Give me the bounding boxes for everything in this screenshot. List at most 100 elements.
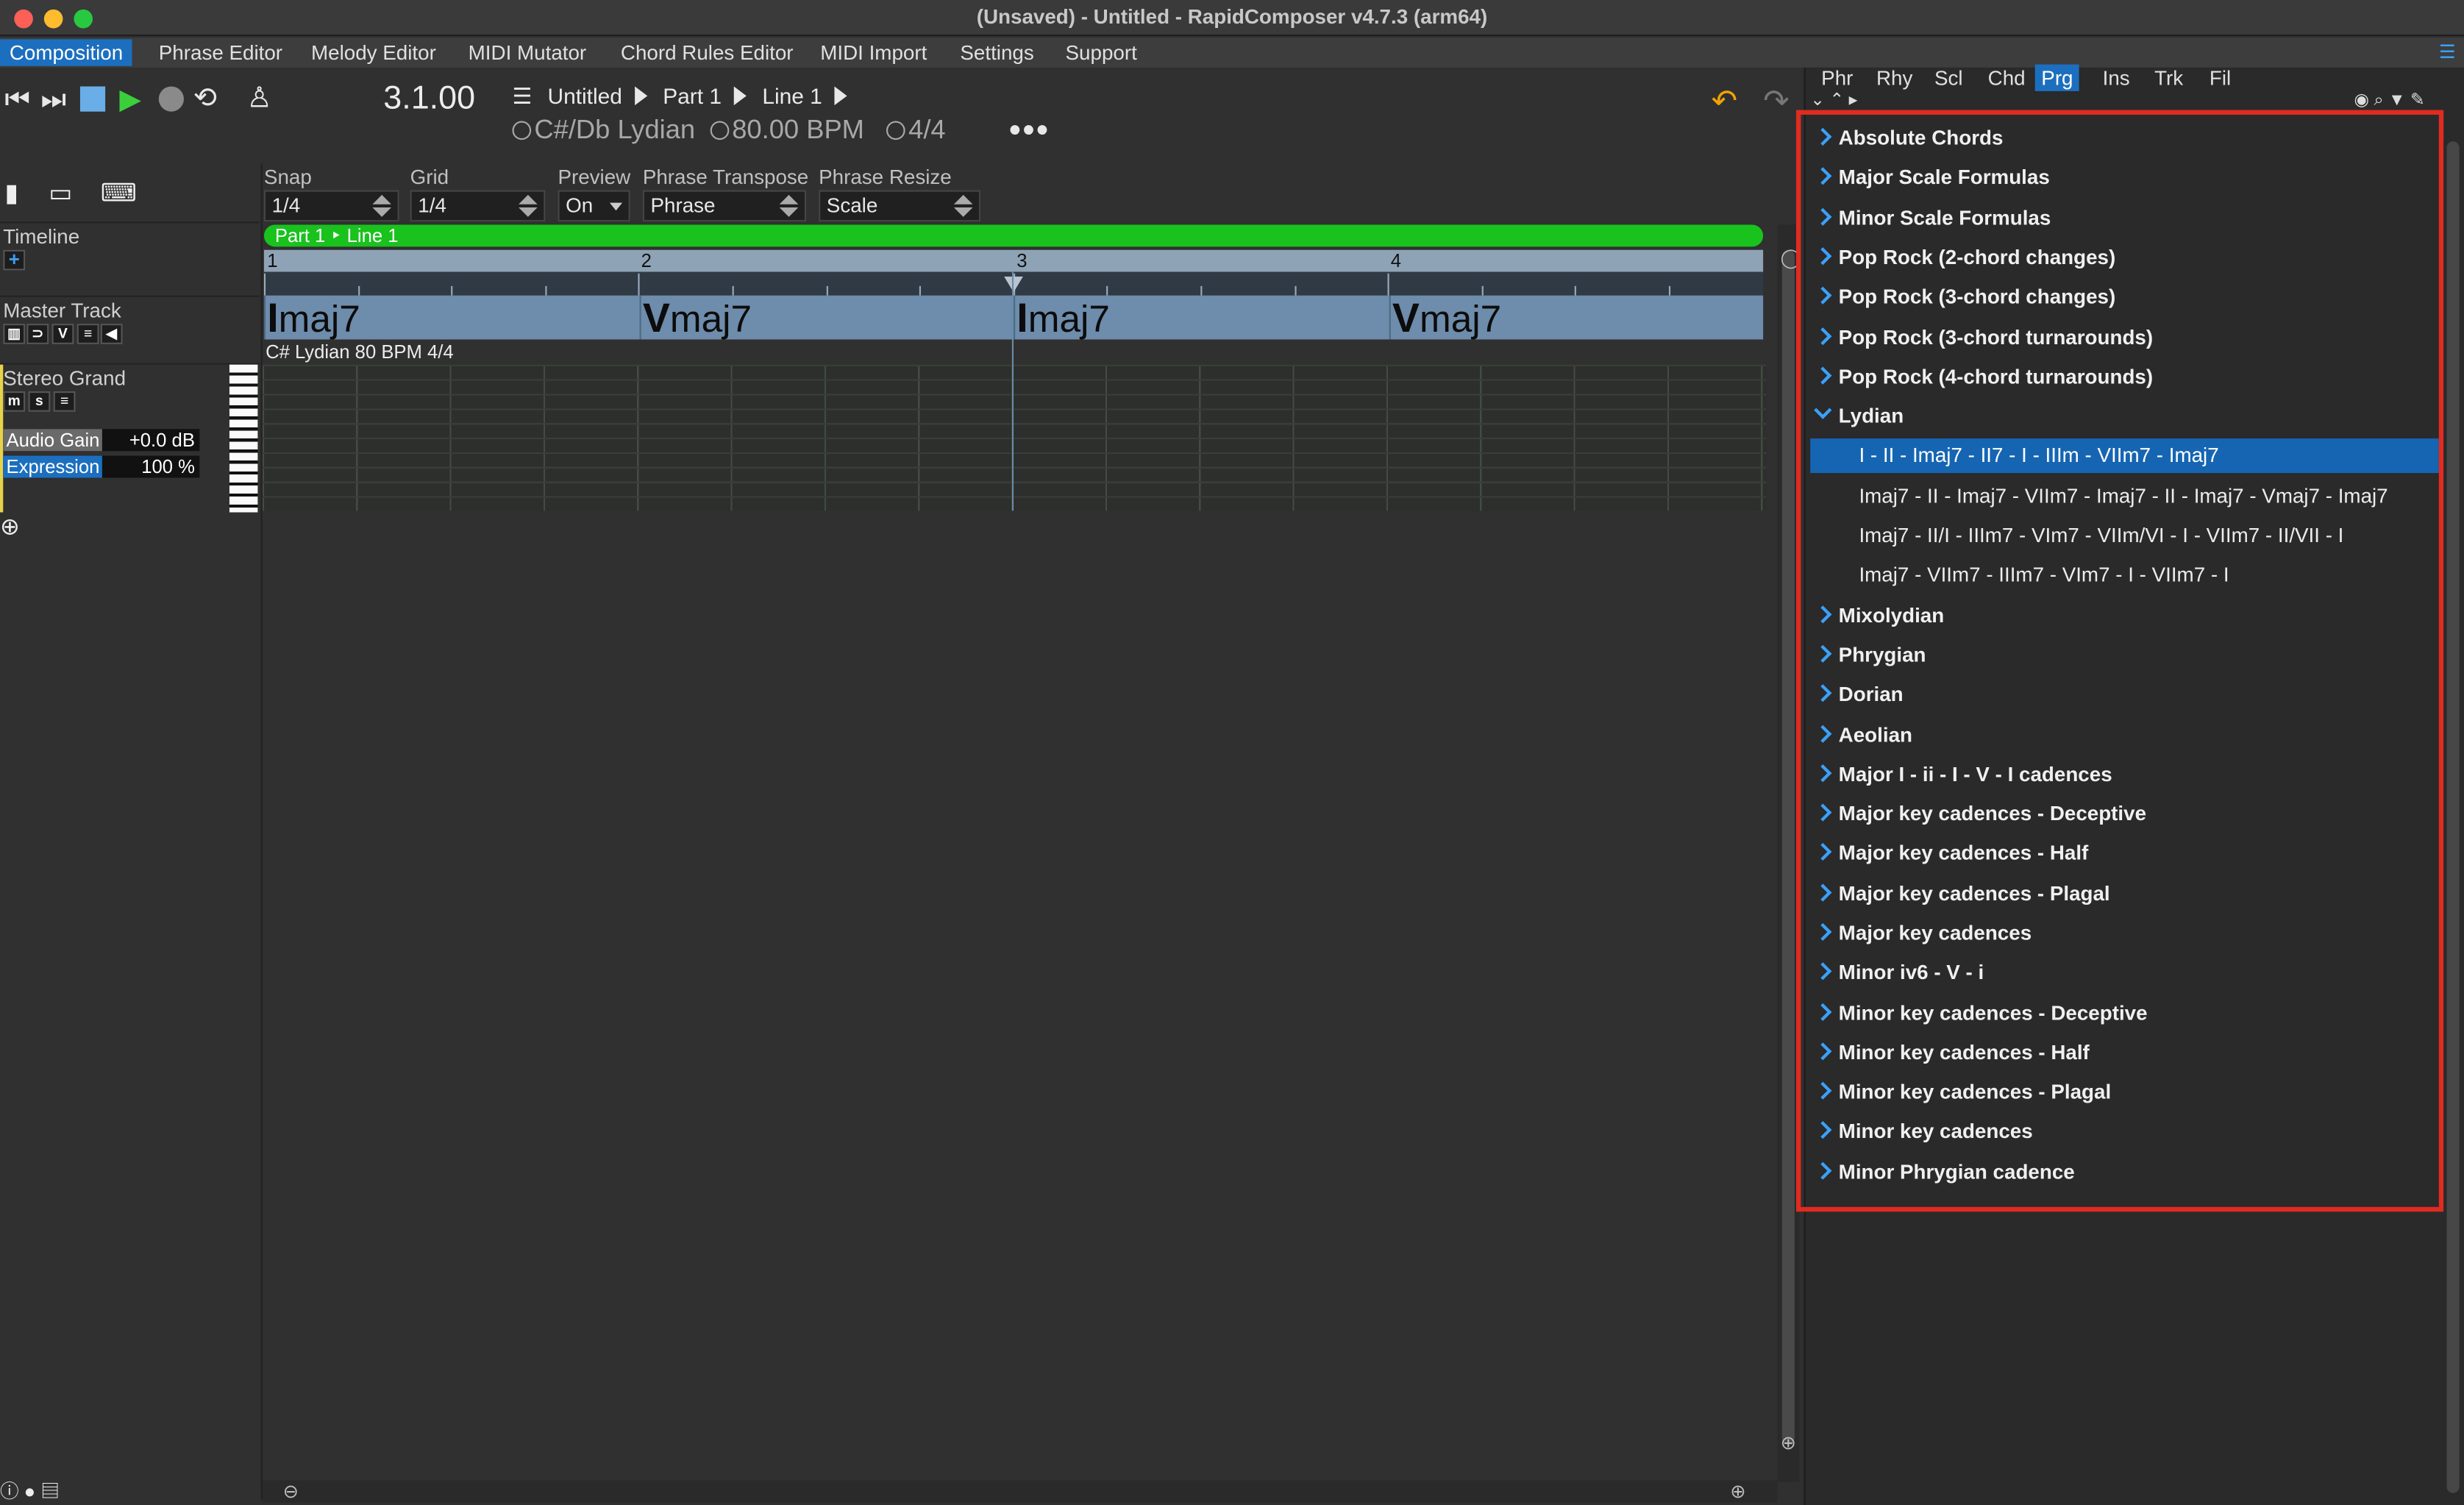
add-track-icon[interactable]: ⊕ (0, 512, 20, 541)
menu-midi-mutator[interactable]: MIDI Mutator (459, 39, 596, 65)
tab-chd[interactable]: Chd (1981, 65, 2032, 91)
menu-support[interactable]: Support (1056, 39, 1147, 65)
scroll-thumb[interactable] (1781, 249, 1795, 1445)
spinner-icon[interactable] (369, 193, 394, 218)
menu-phrase-editor[interactable]: Phrase Editor (149, 39, 292, 65)
app-settings-icon[interactable]: ☰ (2439, 41, 2461, 63)
bar-number: 3 (1016, 249, 1028, 272)
menu-melody-editor[interactable]: Melody Editor (302, 39, 445, 65)
library-scrollbar[interactable] (2443, 141, 2463, 1505)
tab-prg[interactable]: Prg (2034, 64, 2080, 91)
menu-settings[interactable]: Settings (951, 39, 1044, 65)
highlight-frame (1795, 110, 2444, 1212)
stop-icon[interactable] (79, 86, 106, 112)
loop-icon[interactable]: ⟲ (193, 82, 217, 113)
list-icon[interactable]: ≡ (76, 324, 99, 344)
menu-chord-rules-editor[interactable]: Chord Rules Editor (611, 39, 802, 65)
tab-trk[interactable]: Trk (2148, 65, 2190, 91)
tab-fil[interactable]: Fil (2203, 65, 2237, 91)
meter-indicator-icon (886, 121, 905, 140)
chord-block[interactable]: Vmaj7 (639, 293, 1014, 341)
status-icons[interactable]: ⓘ ● ▤ (0, 1477, 60, 1504)
metronome-icon[interactable]: ♙ (246, 82, 271, 113)
tab-scl[interactable]: Scl (1928, 65, 1969, 91)
beat-tick (919, 285, 921, 296)
expression-slider[interactable]: Expression 100 % (3, 455, 200, 478)
speaker-icon[interactable]: ◀ (100, 324, 123, 344)
phrase-resize-select[interactable]: Scale (819, 190, 981, 222)
key-value[interactable]: C#/Db Lydian (534, 115, 695, 145)
chord-degree: V (642, 293, 670, 341)
grid-view-icon[interactable]: ▥ (3, 324, 26, 344)
zoom-horizontal-in-icon[interactable]: ⊕ (1730, 1481, 1745, 1503)
chord-degree: I (1016, 293, 1028, 341)
breadcrumb-arrow-icon (734, 86, 747, 106)
preview-value: On (566, 193, 594, 217)
phrase-transpose-select[interactable]: Phrase (642, 190, 807, 222)
new-document-icon[interactable]: ▮ (4, 177, 18, 209)
spinner-icon[interactable] (776, 193, 801, 218)
title-bar: (Unsaved) - Untitled - RapidComposer v4.… (0, 0, 2464, 37)
tab-rhy[interactable]: Rhy (1870, 65, 1918, 91)
menu-composition[interactable]: Composition (0, 39, 133, 66)
mute-button[interactable]: m (3, 391, 26, 412)
play-icon[interactable]: ▶ (119, 83, 141, 115)
panel-tools-icon[interactable]: ◉ ⌕ ▼ ✎ (2354, 90, 2424, 112)
record-icon[interactable] (158, 86, 184, 112)
song-properties: C#/Db Lydian 80.00 BPM 4/4 (512, 115, 946, 146)
track-menu-icon[interactable]: ≡ (53, 391, 76, 412)
preview-label: Preview (558, 165, 631, 189)
redo-icon[interactable]: ↷ (1763, 82, 1790, 121)
tempo-value[interactable]: 80.00 BPM (732, 115, 864, 145)
tempo-indicator-icon (710, 121, 729, 140)
timeline-label: Timeline (3, 224, 80, 249)
breadcrumb-list-icon[interactable]: ☰ (512, 83, 532, 108)
chord-block[interactable]: Vmaj7 (1389, 295, 1763, 341)
piano-roll-grid[interactable] (262, 364, 1767, 511)
instrument-name[interactable]: Stereo Grand (3, 366, 126, 390)
zoom-in-icon[interactable]: ⊕ (1781, 1431, 1796, 1454)
breadcrumb-part[interactable]: Part 1 (663, 83, 722, 108)
grid-select[interactable]: 1/4 (410, 190, 546, 222)
snap-label: Snap (263, 165, 312, 189)
main-menu: Composition Phrase Editor Melody Editor … (0, 38, 2464, 68)
beat-tick (1574, 285, 1576, 296)
tab-ins[interactable]: Ins (2096, 65, 2136, 91)
skip-back-icon[interactable]: ⏮ (4, 83, 30, 115)
breadcrumb-song[interactable]: Untitled (547, 83, 622, 108)
preview-select[interactable]: On (558, 190, 630, 222)
layers-icon[interactable]: ▭ (49, 177, 72, 209)
cycle-icon[interactable]: ⊃ (26, 324, 49, 344)
beat-tick (545, 285, 547, 296)
phrase-transpose-value: Phrase (650, 193, 716, 217)
part-line-bar[interactable]: Part 1 ‣ Line 1 (263, 224, 1764, 247)
chord-block[interactable]: Imaj7 (263, 295, 640, 341)
breadcrumb-line[interactable]: Line 1 (762, 83, 822, 108)
expression-value: 100 % (141, 455, 195, 478)
horizontal-scrollbar[interactable] (262, 1480, 1778, 1503)
piano-keyboard[interactable] (229, 364, 258, 513)
skip-forward-icon[interactable]: ⏭ (41, 83, 67, 115)
more-options-button[interactable]: ••• (1009, 110, 1050, 152)
meter-value[interactable]: 4/4 (908, 115, 946, 145)
velocity-icon[interactable]: V (51, 324, 74, 344)
bar-ruler[interactable]: 1 2 3 4 (263, 249, 1764, 272)
beat-tick (1200, 285, 1203, 296)
menu-midi-import[interactable]: MIDI Import (811, 39, 936, 65)
spinner-icon[interactable] (951, 193, 976, 218)
zoom-horizontal-out-icon[interactable]: ⊖ (283, 1481, 299, 1503)
divider (0, 221, 260, 224)
solo-button[interactable]: s (28, 391, 51, 412)
keyboard-icon[interactable]: ⌨ (101, 177, 137, 209)
add-timeline-icon[interactable]: + (3, 250, 26, 271)
tab-phr[interactable]: Phr (1815, 65, 1859, 91)
phrase-resize-label: Phrase Resize (819, 165, 952, 189)
snap-select[interactable]: 1/4 (263, 190, 399, 222)
collapse-all-icon[interactable]: ⌄ ⌃ ▸ (1810, 90, 1857, 110)
chord-block[interactable]: Imaj7 (1014, 293, 1389, 341)
audio-gain-slider[interactable]: Audio Gain +0.0 dB (3, 429, 200, 452)
beat-tick (1668, 285, 1671, 296)
scroll-thumb[interactable] (2446, 141, 2460, 1493)
spinner-icon[interactable] (516, 193, 541, 218)
undo-icon[interactable]: ↶ (1712, 82, 1738, 121)
